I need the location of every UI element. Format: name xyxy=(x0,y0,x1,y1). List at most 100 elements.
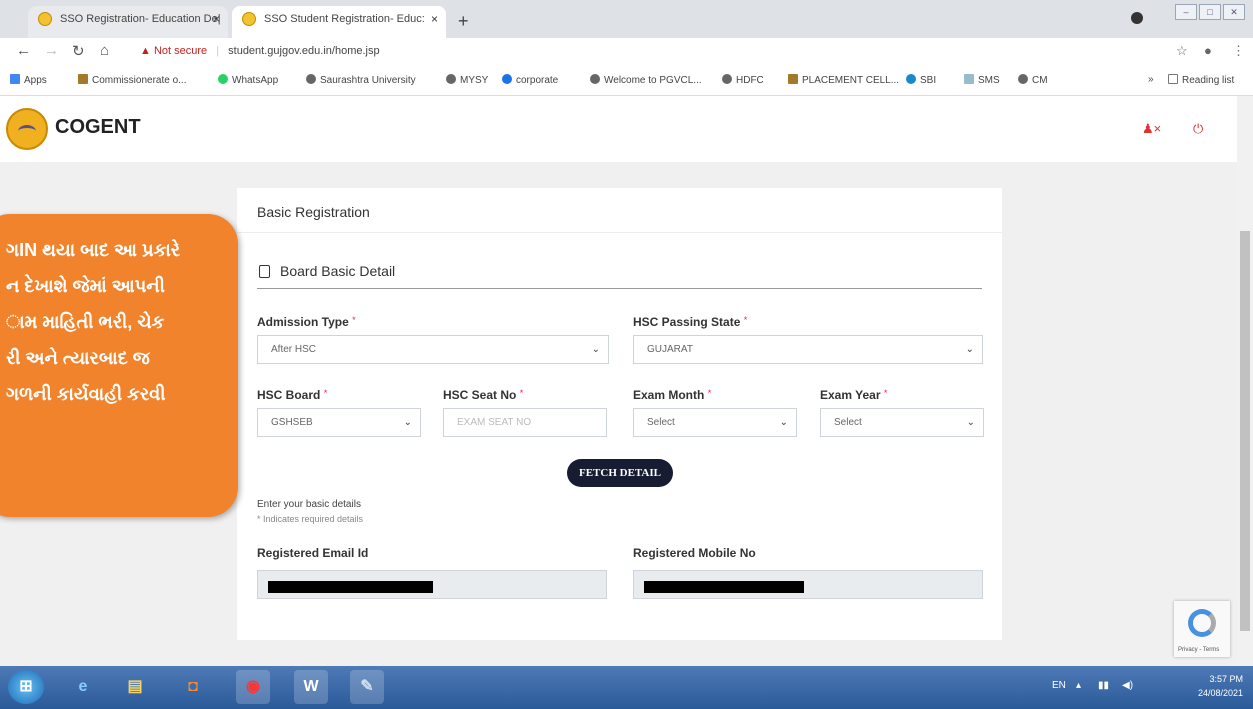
overlay-line: રી અને ત્યારબાદ જ xyxy=(6,348,150,368)
bookmark-item[interactable]: corporate xyxy=(502,74,558,86)
page-scrollbar[interactable] xyxy=(1237,96,1253,666)
bookmark-item[interactable]: Saurashtra University xyxy=(306,74,416,86)
address-bar: ← → ↻ ⌂ ▲ Not secure | student.gujgov.ed… xyxy=(0,38,1253,66)
chevron-down-icon: ⌄ xyxy=(966,417,975,428)
internet-explorer-icon[interactable]: e xyxy=(66,670,100,704)
url-text: student.gujgov.edu.in/home.jsp xyxy=(228,45,380,57)
globe-icon xyxy=(1018,74,1028,84)
registered-email-field xyxy=(257,570,607,599)
site-header: COGENT ♟× ⏻ xyxy=(0,96,1237,162)
chevron-down-icon: ⌄ xyxy=(591,344,600,355)
new-tab-button[interactable]: + xyxy=(458,11,469,32)
bookmark-item[interactable]: SMS xyxy=(964,74,1000,86)
globe-icon xyxy=(446,74,456,84)
overlay-line: ગIN થયા બાદ આ પ્રકારે xyxy=(6,240,181,260)
exam-month-label: Exam Month * xyxy=(633,388,712,402)
home-icon[interactable]: ⌂ xyxy=(100,42,109,59)
user-remove-icon[interactable]: ♟× xyxy=(1142,121,1161,137)
registration-card: Basic Registration Board Basic Detail Ad… xyxy=(237,188,1002,640)
logout-power-icon[interactable]: ⏻ xyxy=(1193,121,1203,137)
sbi-icon xyxy=(906,74,916,84)
overlay-line: ગળની કાર્યવાહી કરવી xyxy=(6,384,166,404)
maximize-icon[interactable]: □ xyxy=(1199,4,1221,20)
paint-icon[interactable]: ✎ xyxy=(350,670,384,704)
recaptcha-icon xyxy=(1188,609,1216,637)
forward-icon[interactable]: → xyxy=(44,42,59,59)
show-hidden-icons-icon[interactable]: ▴ xyxy=(1076,680,1081,691)
word-icon[interactable]: W xyxy=(294,670,328,704)
exam-year-select[interactable]: Select ⌄ xyxy=(820,408,984,437)
recaptcha-text[interactable]: Privacy - Terms xyxy=(1178,647,1219,653)
bookmark-star-icon[interactable]: ☆ xyxy=(1176,43,1188,59)
fetch-detail-button[interactable]: FETCH DETAIL xyxy=(567,459,673,487)
bookmark-item[interactable]: Welcome to PGVCL... xyxy=(590,74,702,86)
profile-icon[interactable] xyxy=(1131,12,1143,24)
basic-details-note: Enter your basic details xyxy=(257,499,361,510)
site-favicon-icon xyxy=(38,12,52,26)
registered-email-label: Registered Email Id xyxy=(257,546,369,560)
close-tab-icon[interactable]: × xyxy=(213,6,220,32)
taskbar: ⊞ e ▤ ◘ ◉ W ✎ EN ▴ ▮▮ ◀) 3:57 PM 24/08/2… xyxy=(0,666,1253,709)
bookmark-item[interactable]: Apps xyxy=(10,74,47,86)
section-title: Board Basic Detail xyxy=(259,263,395,279)
language-indicator[interactable]: EN xyxy=(1052,680,1066,691)
reading-list-icon xyxy=(1168,74,1178,84)
chevron-down-icon: ⌄ xyxy=(965,344,974,355)
more-bookmarks-button[interactable]: » xyxy=(1148,74,1154,85)
close-tab-icon[interactable]: × xyxy=(431,6,438,32)
bookmark-item[interactable]: PLACEMENT CELL... xyxy=(788,74,899,86)
chevron-down-icon: ⌄ xyxy=(403,417,412,428)
tab-title: SSO Registration- Education De| xyxy=(60,13,221,25)
bookmark-item[interactable]: Commissionerate o... xyxy=(78,74,186,86)
reload-icon[interactable]: ↻ xyxy=(72,42,85,60)
start-button[interactable]: ⊞ xyxy=(8,670,44,704)
exam-month-select[interactable]: Select ⌄ xyxy=(633,408,797,437)
chevron-down-icon: ⌄ xyxy=(779,417,788,428)
network-icon[interactable]: ▮▮ xyxy=(1098,680,1109,691)
clock-time: 3:57 PM xyxy=(1209,674,1243,684)
scrollbar-thumb[interactable] xyxy=(1240,231,1250,631)
back-icon[interactable]: ← xyxy=(16,42,31,59)
recaptcha-badge[interactable]: Privacy - Terms xyxy=(1174,601,1230,657)
file-explorer-icon[interactable]: ▤ xyxy=(118,670,152,704)
bookmark-item[interactable]: HDFC xyxy=(722,74,764,86)
admission-type-select[interactable]: After HSC ⌄ xyxy=(257,335,609,364)
admission-type-label: Admission Type * xyxy=(257,315,356,329)
brand-name[interactable]: COGENT xyxy=(55,116,141,139)
account-icon[interactable]: ● xyxy=(1204,43,1212,58)
globe-icon xyxy=(306,74,316,84)
hsc-seat-no-input[interactable]: EXAM SEAT NO xyxy=(443,408,607,437)
clipboard-icon xyxy=(259,265,270,278)
clock-date: 24/08/2021 xyxy=(1197,688,1243,698)
chrome-icon[interactable]: ◉ xyxy=(236,670,270,704)
bookmark-item[interactable]: CM xyxy=(1018,74,1048,86)
card-title: Basic Registration xyxy=(257,204,370,220)
clock[interactable]: 3:57 PM 24/08/2021 xyxy=(1198,672,1243,700)
tab-title: SSO Student Registration- Educ: xyxy=(264,13,425,25)
browser-tab-active[interactable]: SSO Student Registration- Educ: × xyxy=(232,6,446,38)
bookmark-item[interactable]: WhatsApp xyxy=(218,74,278,86)
bookmark-item[interactable]: SBI xyxy=(906,74,936,86)
emblem-icon xyxy=(78,74,88,84)
page-content: COGENT ♟× ⏻ Basic Registration Board Bas… xyxy=(0,96,1253,666)
apps-grid-icon xyxy=(10,74,20,84)
reading-list-button[interactable]: Reading list xyxy=(1168,74,1234,86)
overlay-line: ન દેખાશે જેમાં આપની xyxy=(6,276,165,296)
emblem-icon xyxy=(788,74,798,84)
corporate-icon xyxy=(502,74,512,84)
redacted-value xyxy=(268,581,433,593)
menu-icon[interactable]: ⋮ xyxy=(1232,43,1245,59)
cogent-logo-icon[interactable] xyxy=(6,108,48,150)
minimize-icon[interactable]: – xyxy=(1175,4,1197,20)
globe-icon xyxy=(722,74,732,84)
outlook-icon[interactable]: ◘ xyxy=(176,670,210,704)
hsc-board-select[interactable]: GSHSEB ⌄ xyxy=(257,408,421,437)
hsc-passing-state-select[interactable]: GUJARAT ⌄ xyxy=(633,335,983,364)
url-input[interactable]: ▲ Not secure | student.gujgov.edu.in/hom… xyxy=(140,41,380,61)
not-secure-label: Not secure xyxy=(153,45,208,57)
volume-icon[interactable]: ◀) xyxy=(1122,680,1133,691)
browser-tab[interactable]: SSO Registration- Education De| × xyxy=(28,6,228,38)
close-window-icon[interactable]: ✕ xyxy=(1223,4,1245,20)
bookmark-item[interactable]: MYSY xyxy=(446,74,488,86)
hsc-board-label: HSC Board * xyxy=(257,388,328,402)
